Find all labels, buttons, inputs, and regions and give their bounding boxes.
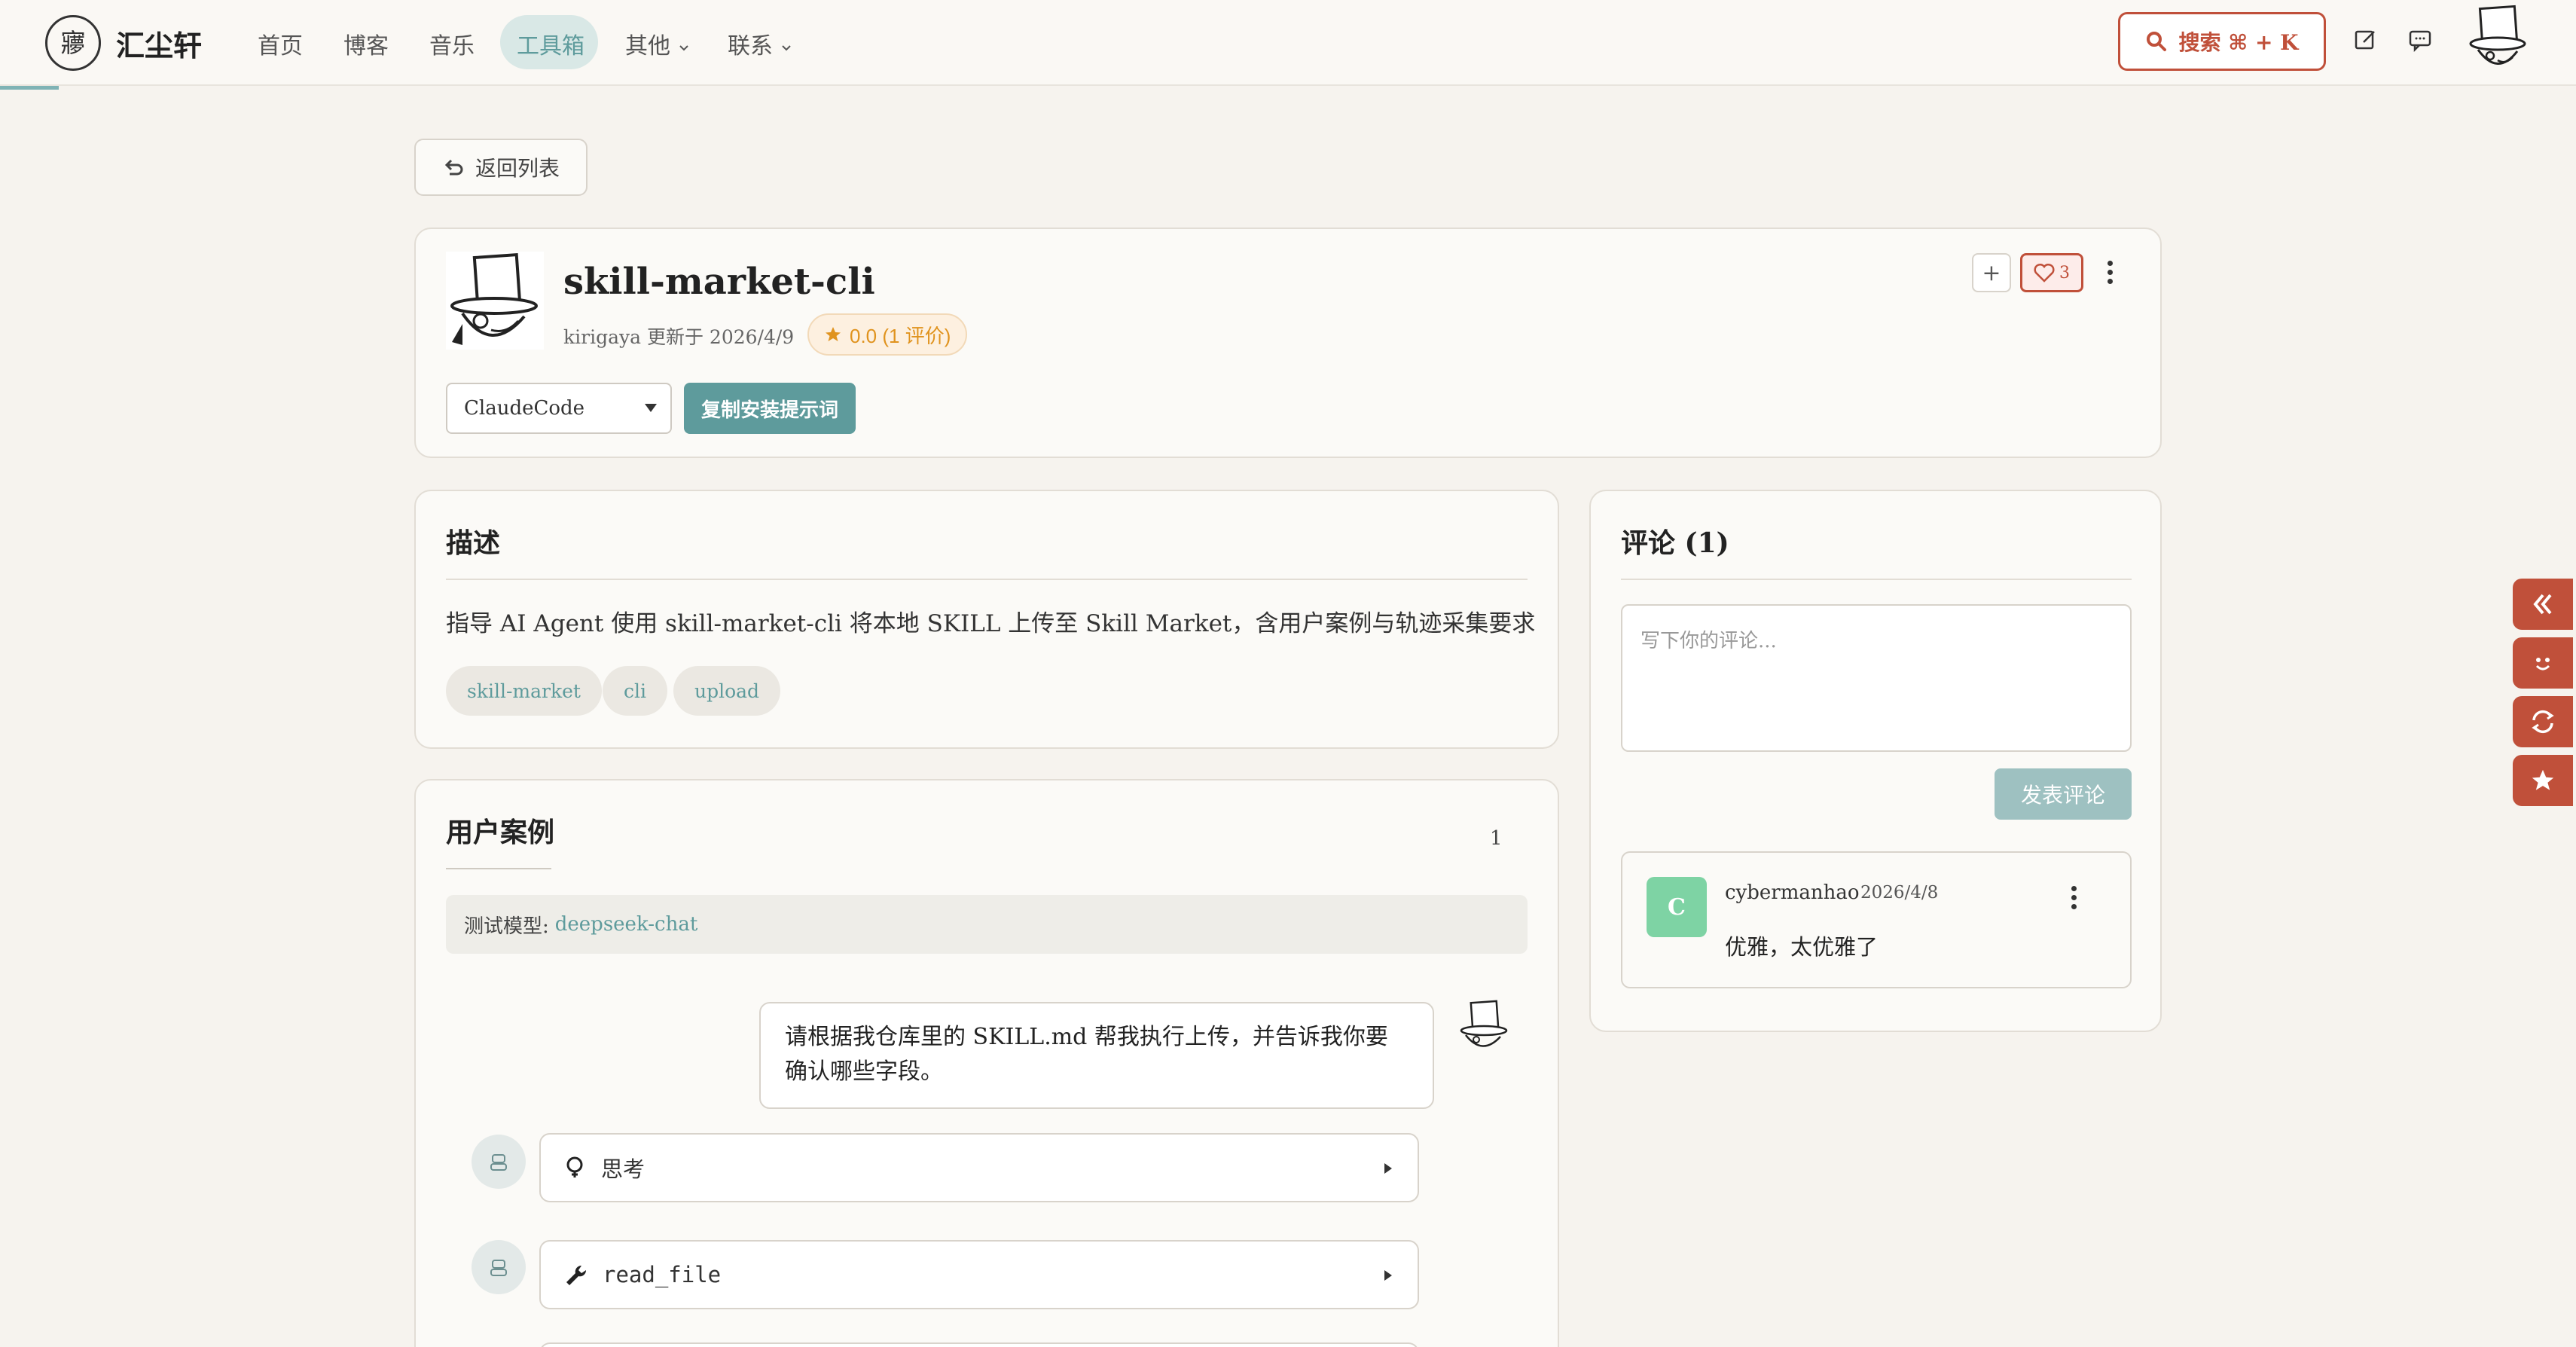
comment-date: 2026/4/8 <box>1860 883 1939 903</box>
model-name: deepseek-chat <box>554 913 698 936</box>
search-icon <box>2147 32 2167 51</box>
user-avatar-small <box>1460 1000 1508 1047</box>
post-comment-button[interactable]: 发表评论 <box>1995 768 2132 820</box>
comment-text: 优雅，太优雅了 <box>1725 934 1879 960</box>
caret-right-icon <box>1384 1163 1392 1174</box>
bot-avatar <box>472 1135 526 1189</box>
rating-badge[interactable]: 0.0 (1 评价) <box>807 313 968 356</box>
nav-blog[interactable]: 博客 <box>343 27 389 60</box>
commenter-avatar[interactable]: C <box>1647 877 1707 937</box>
tag-skill-market[interactable]: skill-market <box>446 666 602 716</box>
like-count: 3 <box>2059 263 2070 283</box>
commenter-name[interactable]: cybermanhao <box>1725 881 1860 904</box>
site-name[interactable]: 汇尘轩 <box>116 23 202 64</box>
step-thinking[interactable]: 思考 <box>539 1133 1419 1202</box>
reading-progress-bar <box>0 86 59 90</box>
case-count: 1 <box>1490 827 1503 850</box>
caret-down-icon <box>645 404 657 412</box>
description-title: 描述 <box>446 527 501 559</box>
step-label: 思考 <box>601 1156 646 1182</box>
tag-cli[interactable]: cli <box>603 666 667 716</box>
favorite-float-button[interactable] <box>2513 755 2573 806</box>
nav-toolbox[interactable]: 工具箱 <box>517 27 584 60</box>
platform-value: ClaudeCode <box>464 397 585 420</box>
refresh-float-button[interactable] <box>2513 696 2573 747</box>
description-text: 指导 AI Agent 使用 skill-market-cli 将本地 SKIL… <box>446 610 1536 637</box>
model-label: 测试模型: <box>464 915 549 938</box>
star-icon <box>2532 769 2554 790</box>
rating-text: 0.0 (1 评价) <box>850 324 951 347</box>
step-partial <box>539 1342 1419 1347</box>
step-read-file[interactable]: read_file <box>539 1240 1419 1309</box>
copy-install-prompt-button[interactable]: 复制安装提示词 <box>684 383 856 434</box>
mascot-float-button[interactable] <box>2513 637 2573 689</box>
search-label: 搜索 ⌘ + K <box>2178 30 2299 55</box>
divider <box>1621 579 2132 580</box>
nav-contact[interactable]: 联系 <box>728 27 792 60</box>
logo-icon[interactable]: 㝱 <box>45 15 101 71</box>
collapse-float-button[interactable] <box>2513 579 2573 630</box>
message-icon[interactable] <box>2407 27 2433 53</box>
chevron-down-icon <box>679 45 688 51</box>
comment-options-icon[interactable] <box>2071 886 2077 913</box>
like-button[interactable]: 3 <box>2020 253 2083 292</box>
wrench-icon <box>566 1265 587 1285</box>
skill-header-card: skill-market-cli kirigaya 更新于 2026/4/9 0… <box>414 228 2162 458</box>
divider <box>446 579 1528 580</box>
author-avatar[interactable] <box>446 252 544 350</box>
nav-other[interactable]: 其他 <box>625 27 690 60</box>
more-options-icon[interactable] <box>2107 261 2114 288</box>
chevron-down-icon <box>781 45 791 51</box>
user-cases-title: 用户案例 <box>446 817 555 848</box>
step-label: read_file <box>603 1262 722 1287</box>
search-button[interactable]: 搜索 ⌘ + K <box>2118 12 2326 71</box>
add-button[interactable]: + <box>1972 253 2011 292</box>
description-card: 描述 指导 AI Agent 使用 skill-market-cli 将本地 S… <box>414 490 1559 749</box>
lightbulb-icon <box>566 1156 583 1177</box>
platform-select[interactable]: ClaudeCode <box>446 383 672 434</box>
star-icon <box>826 327 841 341</box>
nav-other-label: 其他 <box>625 33 670 60</box>
back-to-list-button[interactable]: 返回列表 <box>414 139 588 196</box>
user-message: 请根据我仓库里的 SKILL.md 帮我执行上传，并告诉我你要确认哪些字段。 <box>759 1002 1434 1109</box>
skill-meta: kirigaya 更新于 2026/4/9 <box>563 322 794 350</box>
robot-icon <box>490 1154 507 1171</box>
comments-title: 评论 (1) <box>1621 527 1729 559</box>
user-avatar[interactable] <box>2468 5 2529 77</box>
nav-contact-label: 联系 <box>728 33 773 60</box>
tag-upload[interactable]: upload <box>673 666 781 716</box>
caret-right-icon <box>1384 1270 1392 1281</box>
comments-card: 评论 (1) 写下你的评论... 发表评论 C cybermanhao 2026… <box>1589 490 2162 1032</box>
heart-icon <box>2034 263 2055 283</box>
nav-music[interactable]: 音乐 <box>429 27 475 60</box>
edit-icon[interactable] <box>2353 27 2379 53</box>
undo-arrow-icon <box>444 159 463 176</box>
smile-face-icon <box>2535 658 2550 670</box>
svg-text:㝱: 㝱 <box>60 29 86 59</box>
bot-avatar <box>472 1240 526 1294</box>
robot-icon <box>490 1260 507 1276</box>
comment-input[interactable]: 写下你的评论... <box>1621 604 2132 752</box>
updated-date: 更新于 2026/4/9 <box>646 326 795 348</box>
user-cases-card: 用户案例 1 测试模型: deepseek-chat 请根据我仓库里的 SKIL… <box>414 779 1559 1347</box>
refresh-icon <box>2532 710 2554 734</box>
tab-underline <box>446 868 551 869</box>
nav-home[interactable]: 首页 <box>258 27 303 60</box>
back-label: 返回列表 <box>475 156 560 181</box>
comment-item: C cybermanhao 2026/4/8 优雅，太优雅了 <box>1621 851 2132 988</box>
top-header: 㝱 汇尘轩 首页 博客 音乐 工具箱 其他 联系 搜索 ⌘ + K <box>0 0 2576 86</box>
double-chevron-left-icon <box>2533 594 2552 615</box>
skill-title: skill-market-cli <box>563 261 875 303</box>
test-model-bar: 测试模型: deepseek-chat <box>446 895 1528 954</box>
author-name[interactable]: kirigaya <box>563 326 641 348</box>
